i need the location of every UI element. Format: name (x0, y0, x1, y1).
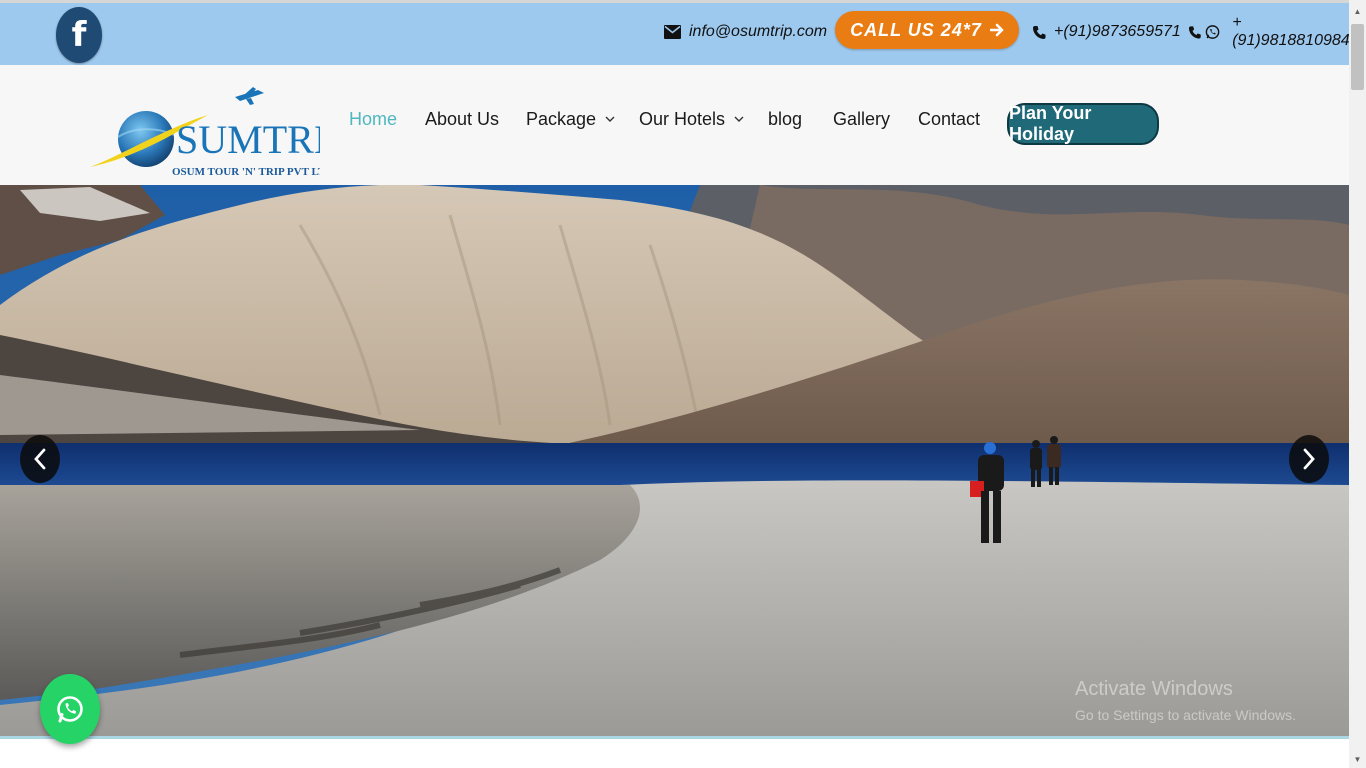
arrow-right-icon (989, 23, 1004, 37)
chevron-down-icon (605, 116, 615, 122)
email-text[interactable]: info@osumtrip.com (689, 23, 827, 41)
nav-package[interactable]: Package (526, 107, 615, 131)
plan-button-label: Plan Your Holiday (1009, 103, 1092, 144)
nav-home[interactable]: Home (349, 107, 397, 131)
slider-next-button[interactable] (1289, 435, 1329, 483)
page-scrollbar[interactable]: ▲ ▼ (1349, 0, 1366, 768)
whatsapp-small-icon (1205, 25, 1220, 39)
call-us-button[interactable]: CALL US 24*7 (835, 11, 1019, 49)
site-logo[interactable]: SUMTRIP OSUM TOUR 'N' TRIP PVT LTD. (88, 87, 349, 183)
scroll-thumb[interactable] (1351, 24, 1364, 90)
site-header: SUMTRIP OSUM TOUR 'N' TRIP PVT LTD. Home… (0, 65, 1349, 185)
facebook-glyph: f (71, 15, 87, 55)
hero-landscape-image (0, 185, 1349, 736)
plan-your-holiday-button[interactable]: Plan Your Holiday (1007, 103, 1159, 145)
nav-gallery[interactable]: Gallery (833, 107, 890, 131)
whatsapp-chat-button[interactable] (40, 674, 100, 744)
chevron-down-icon (734, 116, 744, 122)
hero-bottom-border (0, 736, 1349, 739)
nav-our-hotels[interactable]: Our Hotels (639, 107, 744, 131)
logo-text: SUMTRIP (176, 117, 320, 162)
watermark-title: Activate Windows (1075, 678, 1233, 700)
phone-icon (1188, 25, 1201, 39)
facebook-icon[interactable]: f (56, 7, 102, 63)
phone-1-text[interactable]: +(91)9873659571 (1054, 23, 1181, 41)
nav-about-us[interactable]: About Us (425, 107, 499, 131)
phone-icon (1033, 25, 1046, 39)
top-info-bar: f info@osumtrip.com CALL US 24*7 +(91)98… (0, 3, 1351, 65)
slider-prev-button[interactable] (20, 435, 60, 483)
call-us-label: CALL US 24*7 (850, 19, 982, 40)
nav-about-label: About Us (425, 108, 500, 129)
email-contact[interactable]: info@osumtrip.com (664, 20, 827, 44)
watermark-subtitle: Go to Settings to activate Windows. (1075, 707, 1296, 723)
phone-2-text[interactable]: +(91)9818810984 (1232, 14, 1351, 50)
chevron-left-icon (34, 448, 46, 470)
scroll-up-arrow-icon[interactable]: ▲ (1349, 3, 1366, 20)
nav-contact[interactable]: Contact (918, 107, 980, 131)
logo-subtext: OSUM TOUR 'N' TRIP PVT LTD. (172, 166, 320, 178)
nav-hotels-label: Our Hotels (639, 108, 726, 129)
nav-blog[interactable]: blog (768, 107, 802, 131)
nav-home-label: Home (349, 108, 398, 129)
chevron-right-icon (1303, 448, 1315, 470)
whatsapp-icon (57, 696, 83, 723)
envelope-icon (664, 25, 681, 39)
nav-package-label: Package (526, 108, 597, 129)
nav-gallery-label: Gallery (833, 108, 891, 129)
phone-contact-2[interactable]: +(91)9818810984 (1188, 14, 1351, 49)
hero-slider: Activate Windows Go to Settings to activ… (0, 185, 1349, 736)
phone-contact-1[interactable]: +(91)9873659571 (1032, 20, 1181, 44)
scroll-down-arrow-icon[interactable]: ▼ (1349, 751, 1366, 768)
logo-graphic: SUMTRIP OSUM TOUR 'N' TRIP PVT LTD. (90, 87, 349, 178)
nav-contact-label: Contact (918, 108, 981, 129)
windows-activation-watermark: Activate Windows Go to Settings to activ… (1075, 678, 1296, 723)
nav-blog-label: blog (768, 108, 803, 129)
